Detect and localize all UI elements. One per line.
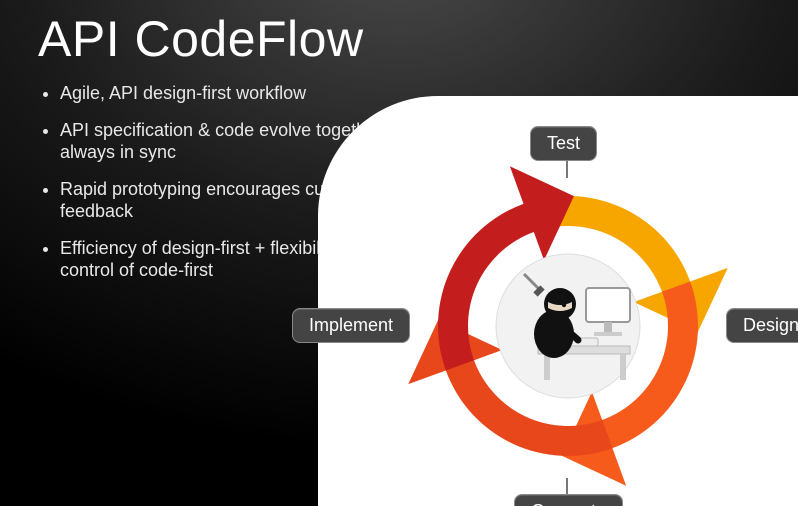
stage-implement: Implement: [292, 308, 410, 343]
cycle-diagram: Test Design Generate Implement: [318, 96, 798, 506]
stage-test: Test: [530, 126, 597, 161]
ninja-at-desk-icon: [496, 254, 640, 398]
stage-generate: Generate: [514, 494, 623, 506]
stage-design: Design: [726, 308, 798, 343]
slide: API CodeFlow Agile, API design-first wor…: [0, 0, 798, 506]
slide-title: API CodeFlow: [38, 10, 364, 68]
